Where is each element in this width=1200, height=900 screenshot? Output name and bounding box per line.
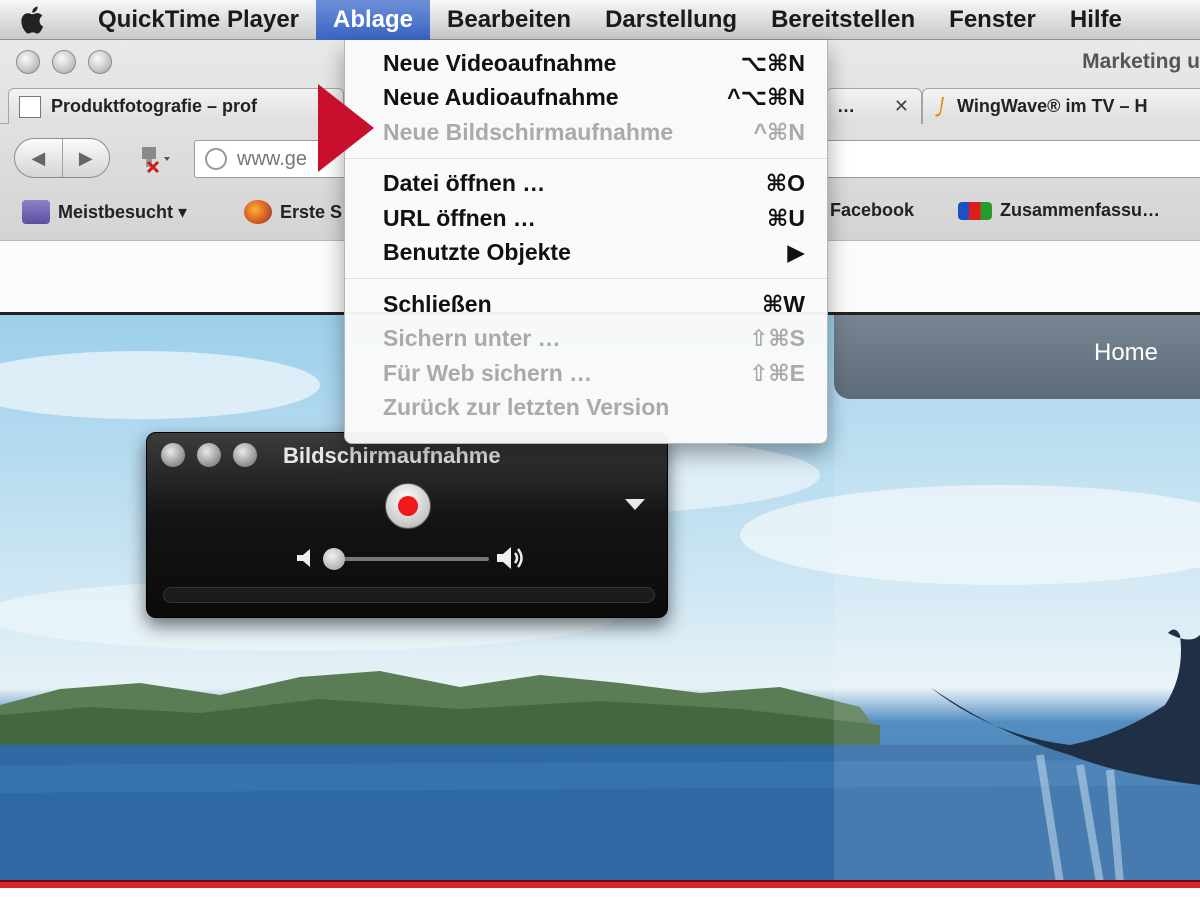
menu-item-schliessen[interactable]: Schließen ⌘W — [345, 287, 827, 322]
url-text: www.ge — [237, 147, 308, 170]
page-bottom-stripe — [0, 880, 1200, 900]
record-button[interactable] — [385, 483, 431, 529]
back-button[interactable]: ◀ — [15, 139, 63, 177]
menu-item-shortcut: ⌘W — [761, 290, 805, 317]
bookmark-label: Erste S — [280, 201, 343, 222]
volume-slider-knob[interactable] — [323, 548, 345, 570]
menu-bar: QuickTime Player Ablage Bearbeiten Darst… — [0, 0, 1200, 40]
firefox-icon — [244, 200, 272, 224]
menu-item-neue-audioaufnahme[interactable]: Neue Audioaufnahme ^⌥⌘N — [345, 81, 827, 116]
folder-icon — [22, 200, 50, 224]
menu-item-label: Neue Audioaufnahme — [383, 84, 619, 111]
menu-item-label: Benutzte Objekte — [383, 239, 571, 266]
menu-item-zurueck-zur-letzten-version: Zurück zur letzten Version — [345, 391, 827, 426]
menu-item-label: URL öffnen … — [383, 204, 536, 231]
menu-separator — [345, 278, 827, 279]
menu-item-shortcut: ^⌘N — [753, 118, 805, 145]
tab-produktfotografie[interactable]: Produktfotografie – prof — [8, 88, 344, 124]
tab-label: Produktfotografie – prof — [51, 96, 257, 116]
ablage-dropdown-menu: Neue Videoaufnahme ⌥⌘N Neue Audioaufnahm… — [344, 40, 828, 444]
menu-item-neue-videoaufnahme[interactable]: Neue Videoaufnahme ⌥⌘N — [345, 46, 827, 81]
menu-item-shortcut: ⇧⌘E — [749, 359, 805, 386]
volume-high-icon — [497, 547, 523, 569]
record-icon — [398, 496, 418, 516]
menu-item-datei-oeffnen[interactable]: Datei öffnen … ⌘O — [345, 167, 827, 202]
menu-item-neue-bildschirmaufnahme: Neue Bildschirmaufnahme ^⌘N — [345, 115, 827, 150]
wingwave-icon — [935, 96, 944, 117]
bookmark-facebook[interactable]: Facebook — [830, 200, 914, 221]
tab-wingwave[interactable]: WingWave® im TV – H — [922, 88, 1200, 124]
bookmark-label: Meistbesucht ▾ — [58, 201, 188, 222]
menu-bereitstellen[interactable]: Bereitstellen — [754, 0, 932, 40]
apple-menu[interactable] — [0, 0, 62, 40]
menu-app-name[interactable]: QuickTime Player — [62, 0, 316, 40]
volume-slider[interactable] — [329, 557, 489, 561]
menu-item-label: Für Web sichern … — [383, 359, 593, 386]
menu-item-label: Datei öffnen … — [383, 170, 546, 197]
close-window-button[interactable] — [16, 50, 40, 74]
recording-progress-bar — [163, 587, 655, 603]
menu-item-label: Neue Bildschirmaufnahme — [383, 118, 674, 145]
bookmark-favicon-icon — [958, 201, 992, 220]
page-icon — [19, 95, 41, 118]
menu-item-label: Neue Videoaufnahme — [383, 49, 617, 76]
recorder-close-button[interactable] — [161, 443, 185, 467]
menu-item-url-oeffnen[interactable]: URL öffnen … ⌘U — [345, 201, 827, 236]
recorder-minimize-button[interactable] — [197, 443, 221, 467]
menu-item-label: Sichern unter … — [383, 325, 561, 352]
recorder-window-controls — [161, 443, 257, 467]
bookmark-label: Zusammenfassu… — [1000, 200, 1161, 220]
menu-item-shortcut: ⇧⌘S — [749, 325, 805, 352]
bookmark-zusammenfassung[interactable]: Zusammenfassu… — [958, 200, 1160, 221]
menu-item-sichern-unter: Sichern unter … ⇧⌘S — [345, 322, 827, 357]
bookmark-meistbesucht[interactable]: Meistbesucht ▾ — [22, 200, 187, 224]
menu-separator — [345, 157, 827, 159]
menu-item-fuer-web-sichern: Für Web sichern … ⇧⌘E — [345, 356, 827, 391]
menu-ablage[interactable]: Ablage — [316, 0, 431, 40]
nav-home-link[interactable]: Home — [1094, 339, 1158, 367]
screen-recording-window: Bildschirmaufnahme — [146, 432, 668, 618]
tab-label: … — [837, 96, 855, 116]
menu-hilfe[interactable]: Hilfe — [1053, 0, 1139, 40]
globe-icon — [205, 148, 227, 170]
forward-button[interactable]: ▶ — [63, 139, 110, 177]
menu-item-benutzte-objekte[interactable]: Benutzte Objekte ▶ — [345, 236, 827, 271]
recorder-zoom-button[interactable] — [233, 443, 257, 467]
bookmark-erste-schritte[interactable]: Erste S — [244, 200, 342, 224]
zoom-window-button[interactable] — [88, 50, 112, 74]
site-navigation: Home — [834, 315, 1200, 399]
minimize-window-button[interactable] — [52, 50, 76, 74]
close-tab-icon[interactable]: ✕ — [894, 96, 909, 117]
tab-label: WingWave® im TV – H — [957, 96, 1148, 116]
window-controls — [16, 50, 112, 74]
options-menu-icon[interactable] — [625, 499, 645, 510]
menu-darstellung[interactable]: Darstellung — [588, 0, 754, 40]
recorder-title: Bildschirmaufnahme — [283, 443, 501, 468]
menu-item-shortcut: ⌘O — [765, 170, 805, 197]
volume-low-icon — [297, 549, 310, 567]
menu-bearbeiten[interactable]: Bearbeiten — [430, 0, 588, 40]
menu-item-label: Schließen — [383, 290, 492, 317]
back-forward-buttons: ◀ ▶ — [14, 138, 110, 178]
red-arrow-icon — [318, 84, 374, 172]
menu-item-shortcut: ⌥⌘N — [740, 49, 805, 76]
tab-hidden[interactable]: … ✕ — [826, 88, 922, 124]
apple-icon — [21, 6, 44, 34]
bookmark-label: Facebook — [830, 200, 915, 220]
submenu-arrow-icon: ▶ — [787, 239, 805, 266]
menu-fenster[interactable]: Fenster — [932, 0, 1053, 40]
menu-item-label: Zurück zur letzten Version — [383, 394, 670, 421]
stop-reload-icon[interactable] — [134, 144, 174, 174]
window-title: Marketing u — [1082, 50, 1200, 73]
menu-item-shortcut: ^⌥⌘N — [727, 84, 805, 111]
menu-item-shortcut: ⌘U — [767, 204, 805, 231]
